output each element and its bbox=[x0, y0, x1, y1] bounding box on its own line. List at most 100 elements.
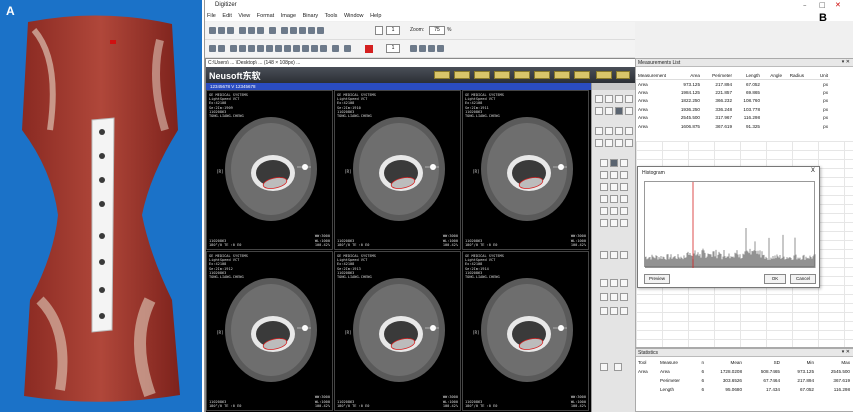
col-header[interactable]: n bbox=[692, 358, 706, 367]
line-width-spin[interactable]: 1 bbox=[386, 44, 400, 53]
menu-edit[interactable]: Edit bbox=[222, 13, 231, 19]
brush-icon[interactable] bbox=[281, 27, 288, 34]
new-icon[interactable] bbox=[209, 27, 216, 34]
col-header[interactable]: Perimeter bbox=[702, 71, 734, 80]
palette-btn[interactable] bbox=[610, 159, 618, 167]
angle-icon[interactable] bbox=[257, 45, 264, 52]
menu-file[interactable]: File bbox=[207, 13, 216, 19]
freehand-icon[interactable] bbox=[320, 45, 327, 52]
vline-icon[interactable] bbox=[248, 45, 255, 52]
palette-btn[interactable] bbox=[615, 139, 623, 147]
polygon-icon[interactable] bbox=[293, 45, 300, 52]
text-icon[interactable] bbox=[290, 27, 297, 34]
ellipse-icon[interactable] bbox=[311, 45, 318, 52]
zoom-fit-icon[interactable] bbox=[428, 45, 435, 52]
marker-icon[interactable] bbox=[317, 27, 324, 34]
menu-image[interactable]: Image bbox=[281, 13, 296, 19]
table-row[interactable]: Area 973.125 217.894 67.052 px bbox=[636, 80, 830, 89]
open-icon[interactable] bbox=[218, 27, 225, 34]
frame-icon[interactable] bbox=[375, 26, 383, 35]
palette-btn[interactable] bbox=[620, 279, 628, 287]
cut-icon[interactable] bbox=[239, 27, 246, 34]
palette-btn[interactable] bbox=[600, 307, 608, 315]
col-header[interactable]: Max bbox=[816, 358, 852, 367]
col-header[interactable]: Tool bbox=[636, 358, 658, 367]
palette-btn[interactable] bbox=[625, 95, 633, 103]
menu-tools[interactable]: Tools bbox=[325, 13, 338, 19]
palette-btn[interactable] bbox=[595, 95, 603, 103]
col-header[interactable]: Mean bbox=[706, 358, 744, 367]
col-header[interactable]: Radius bbox=[784, 71, 806, 80]
table-row[interactable]: Area 1606.875 367.619 91.325 px bbox=[636, 122, 830, 131]
table-row[interactable]: Area 1984.125 221.857 69.865 px bbox=[636, 88, 830, 97]
maximize-icon[interactable]: □ bbox=[819, 1, 826, 9]
close-icon[interactable]: X bbox=[811, 167, 815, 174]
ct-slice-cell[interactable]: GE MEDICAL SYSTEMS LightSpeed VCT Ex:421… bbox=[206, 251, 333, 411]
ct-slice-cell[interactable]: GE MEDICAL SYSTEMS LightSpeed VCT Ex:421… bbox=[206, 90, 333, 250]
palette-btn[interactable] bbox=[620, 219, 628, 227]
table-row[interactable]: Perimeter 6 303.6526 67.7464 217.894 367.619 bbox=[636, 376, 852, 385]
pacs-button-1[interactable] bbox=[434, 71, 450, 79]
menu-binary[interactable]: Binary bbox=[303, 13, 319, 19]
color-swatch[interactable] bbox=[365, 45, 373, 53]
pacs-button-3[interactable] bbox=[474, 71, 490, 79]
col-header[interactable]: Min bbox=[782, 358, 816, 367]
pacs-button-9[interactable] bbox=[596, 71, 612, 79]
palette-btn[interactable] bbox=[610, 195, 618, 203]
pacs-button-7[interactable] bbox=[554, 71, 570, 79]
palette-btn[interactable] bbox=[620, 251, 628, 259]
close-icon[interactable]: ✕ bbox=[835, 1, 841, 9]
palette-btn[interactable] bbox=[610, 293, 618, 301]
minimize-icon[interactable]: – bbox=[803, 1, 807, 9]
palette-btn[interactable] bbox=[620, 183, 628, 191]
rect-icon[interactable] bbox=[284, 45, 291, 52]
col-header[interactable]: Unit bbox=[806, 71, 830, 80]
palette-btn[interactable] bbox=[610, 183, 618, 191]
palette-btn[interactable] bbox=[615, 107, 623, 115]
palette-btn[interactable] bbox=[620, 195, 628, 203]
circle-icon[interactable] bbox=[302, 45, 309, 52]
pacs-button-4[interactable] bbox=[494, 71, 510, 79]
palette-btn[interactable] bbox=[600, 183, 608, 191]
palette-btn[interactable] bbox=[620, 171, 628, 179]
save-icon[interactable] bbox=[227, 27, 234, 34]
menu-window[interactable]: Window bbox=[344, 13, 364, 19]
paste-icon[interactable] bbox=[257, 27, 264, 34]
palette-btn[interactable] bbox=[614, 363, 622, 371]
palette-btn[interactable] bbox=[615, 127, 623, 135]
palette-btn[interactable] bbox=[595, 127, 603, 135]
table-row[interactable]: Area Area 6 1728.0208 508.7465 973.125 2545.50… bbox=[636, 367, 852, 376]
preview-button[interactable]: Preview bbox=[644, 274, 670, 284]
palette-btn[interactable] bbox=[600, 159, 608, 167]
zoom-out-icon[interactable] bbox=[419, 45, 426, 52]
zoom-input[interactable]: 75 bbox=[429, 26, 445, 35]
palette-btn[interactable] bbox=[620, 307, 628, 315]
pin-close-icon[interactable]: ▾ ✕ bbox=[842, 59, 850, 65]
fill-icon[interactable] bbox=[299, 27, 306, 34]
pacs-button-8[interactable] bbox=[574, 71, 590, 79]
col-header[interactable]: SD bbox=[744, 358, 782, 367]
palette-btn[interactable] bbox=[605, 139, 613, 147]
palette-btn[interactable] bbox=[600, 171, 608, 179]
palette-btn[interactable] bbox=[625, 127, 633, 135]
ct-slice-cell[interactable]: GE MEDICAL SYSTEMS LightSpeed VCT Ex:421… bbox=[334, 90, 461, 250]
menu-help[interactable]: Help bbox=[370, 13, 381, 19]
palette-btn[interactable] bbox=[610, 307, 618, 315]
arc-icon[interactable] bbox=[275, 45, 282, 52]
col-header[interactable]: Measurement bbox=[636, 71, 678, 80]
pacs-button-5[interactable] bbox=[514, 71, 530, 79]
col-header[interactable]: Angle bbox=[762, 71, 784, 80]
palette-btn[interactable] bbox=[625, 107, 633, 115]
palette-btn[interactable] bbox=[600, 195, 608, 203]
col-header[interactable]: Measure bbox=[658, 358, 692, 367]
palette-btn[interactable] bbox=[605, 95, 613, 103]
pan-icon[interactable] bbox=[437, 45, 444, 52]
menu-format[interactable]: Format bbox=[257, 13, 274, 19]
palette-btn[interactable] bbox=[610, 251, 618, 259]
pacs-button-2[interactable] bbox=[454, 71, 470, 79]
palette-btn[interactable] bbox=[600, 293, 608, 301]
col-header[interactable]: Area bbox=[678, 71, 702, 80]
hline-icon[interactable] bbox=[239, 45, 246, 52]
palette-btn[interactable] bbox=[605, 107, 613, 115]
copy-icon[interactable] bbox=[248, 27, 255, 34]
